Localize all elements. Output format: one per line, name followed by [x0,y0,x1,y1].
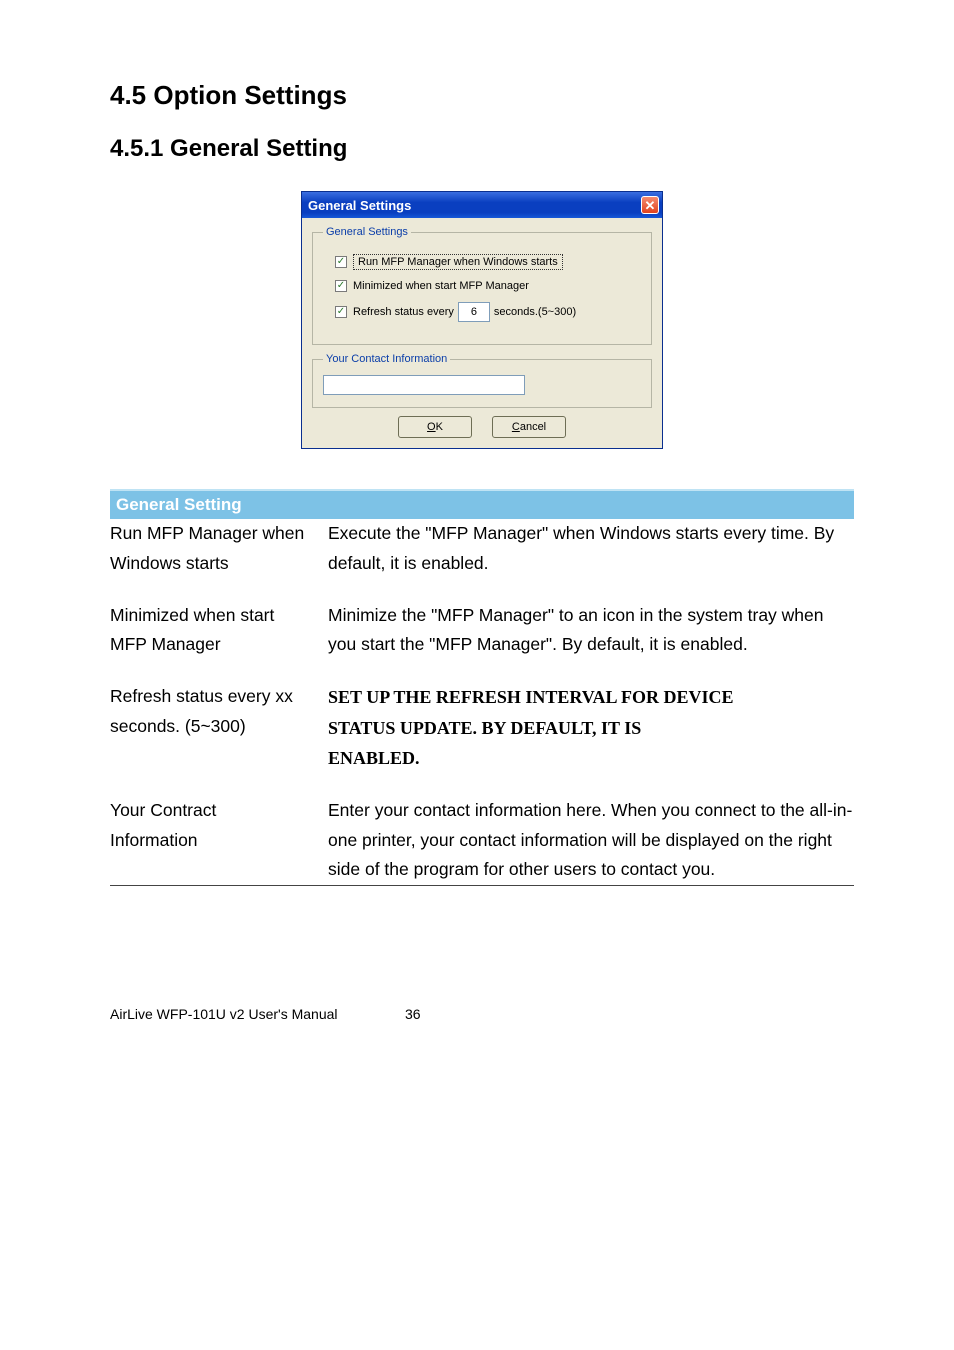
checkbox-min[interactable] [335,280,347,292]
cell-text: Minimized when start [110,605,274,625]
contact-info-group: Your Contact Information [312,353,652,408]
cell-text: Enter your contact information here. Whe… [328,796,854,886]
cancel-rest: ancel [520,421,546,433]
ok-rest: K [436,421,443,433]
heading-section: 4.5 Option Settings [110,80,854,111]
cell-text: Your Contract [110,800,216,820]
group-legend: General Settings [323,226,411,238]
checkbox-run[interactable] [335,256,347,268]
cell-text: ENABLED. [328,743,854,774]
ok-button[interactable]: OK [398,416,472,438]
opt-min-row: Minimized when start MFP Manager [335,280,641,292]
table-row: Minimized when start MFP Manager Minimiz… [110,601,854,683]
table-row: Refresh status every xx seconds. (5~300)… [110,682,854,796]
opt-refresh-row: Refresh status every 6 seconds.(5~300) [335,302,641,322]
opt-run-label: Run MFP Manager when Windows starts [353,254,563,270]
heading-subsection: 4.5.1 General Setting [110,135,854,163]
close-icon[interactable]: ✕ [641,196,659,214]
page-number: 36 [405,1006,421,1022]
dialog-screenshot: General Settings ✕ General Settings Run … [110,191,854,449]
general-settings-dialog: General Settings ✕ General Settings Run … [301,191,663,449]
cell-text: Run MFP Manager when [110,523,304,543]
cell-text: Information [110,830,198,850]
cell-text: Minimize the "MFP Manager" to an icon in… [328,601,854,683]
checkbox-refresh[interactable] [335,306,347,318]
cancel-button[interactable]: Cancel [492,416,566,438]
general-settings-group: General Settings Run MFP Manager when Wi… [312,226,652,345]
settings-description-table: Run MFP Manager when Windows starts Exec… [110,519,854,886]
dialog-button-row: OK Cancel [312,416,652,438]
cell-text: seconds. (5~300) [110,716,246,736]
cell-text: MFP Manager [110,634,221,654]
refresh-seconds-input[interactable]: 6 [458,302,490,322]
footer-text: AirLive WFP-101U v2 User's Manual [110,1006,338,1022]
opt-min-label: Minimized when start MFP Manager [353,280,529,292]
dialog-title: General Settings [308,198,411,213]
opt-refresh-prefix: Refresh status every [353,306,454,318]
table-header-bar: General Setting [110,489,854,519]
page-footer: AirLive WFP-101U v2 User's Manual 36 [110,1006,854,1022]
table-row: Run MFP Manager when Windows starts Exec… [110,519,854,601]
dialog-titlebar: General Settings ✕ [302,192,662,218]
cell-text: STATUS UPDATE. BY DEFAULT, IT IS [328,713,854,744]
cell-text: Windows starts [110,553,229,573]
cancel-underline: C [512,421,520,433]
cell-text: SET UP THE REFRESH INTERVAL FOR DEVICE [328,682,854,713]
table-row: Your Contract Information Enter your con… [110,796,854,886]
ok-underline: O [427,421,436,433]
cell-text: Execute the "MFP Manager" when Windows s… [328,519,854,601]
opt-refresh-suffix: seconds.(5~300) [494,306,576,318]
opt-run-row: Run MFP Manager when Windows starts [335,254,641,270]
contact-legend: Your Contact Information [323,353,450,365]
contact-info-input[interactable] [323,375,525,395]
dialog-body: General Settings Run MFP Manager when Wi… [302,218,662,448]
cell-text: Refresh status every xx [110,686,293,706]
